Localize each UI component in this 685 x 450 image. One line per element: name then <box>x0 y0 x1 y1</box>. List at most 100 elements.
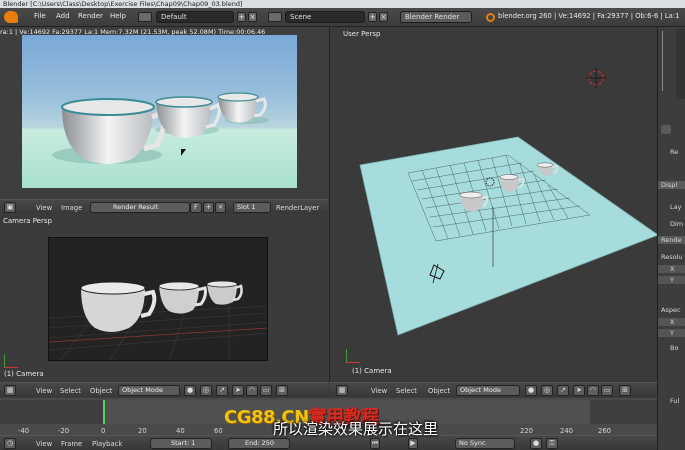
render-engine-select[interactable]: Blender Render <box>400 11 472 23</box>
editor-type-icon[interactable]: ◷ <box>4 438 16 449</box>
tick-label: 20 <box>138 427 147 435</box>
image-name-field[interactable]: Render Result <box>90 202 190 213</box>
menu-object[interactable]: Object <box>428 387 450 395</box>
tick-label: 240 <box>560 427 573 435</box>
render-scene <box>52 92 269 164</box>
scene-add-button[interactable]: + <box>368 12 377 22</box>
screen-remove-button[interactable]: × <box>248 12 257 22</box>
scale-icon[interactable]: ▭ <box>260 385 272 396</box>
menu-object[interactable]: Object <box>90 387 112 395</box>
prop-dimensions-label[interactable]: Dim <box>658 220 685 228</box>
slot-select[interactable]: Slot 1 <box>233 202 271 213</box>
manipulator-icon[interactable]: ↗ <box>557 385 569 396</box>
prop-res-x[interactable]: X <box>658 265 685 273</box>
mode-select[interactable]: Object Mode <box>456 385 520 396</box>
camera-viewport[interactable]: Camera Persp (1) Camera <box>0 214 328 382</box>
menu-frame[interactable]: Frame <box>61 440 82 448</box>
tick-label: -20 <box>58 427 70 435</box>
blender-icon[interactable] <box>4 11 18 23</box>
image-close-button[interactable]: × <box>215 202 226 213</box>
menu-view[interactable]: View <box>36 387 52 395</box>
jump-start-icon[interactable]: ⏮ <box>370 438 380 449</box>
preview-range-end <box>590 400 657 424</box>
scene-remove-button[interactable]: × <box>379 12 388 22</box>
prop-aspect-x[interactable]: X <box>658 318 685 326</box>
translate-icon[interactable]: ➤ <box>573 385 585 396</box>
shading-icon[interactable]: ● <box>184 385 196 396</box>
render-layer-label[interactable]: RenderLayer <box>276 204 319 212</box>
menu-file[interactable]: File <box>34 12 46 20</box>
menu-render[interactable]: Render <box>78 12 103 20</box>
blender-logo-icon <box>486 13 495 22</box>
mode-select[interactable]: Object Mode <box>118 385 180 396</box>
camera-frame <box>48 237 268 361</box>
tick-label: 220 <box>520 427 533 435</box>
translate-icon[interactable]: ➤ <box>232 385 244 396</box>
camera-scene <box>49 280 267 360</box>
rotate-icon[interactable]: ◠ <box>246 385 258 396</box>
global-icon[interactable]: ⊞ <box>619 385 631 396</box>
render-result-image[interactable] <box>22 35 297 188</box>
menu-help[interactable]: Help <box>110 12 126 20</box>
tick-label: -40 <box>18 427 30 435</box>
mouse-cursor-icon <box>181 149 186 156</box>
play-icon[interactable]: ▶ <box>408 438 418 449</box>
screen-add-button[interactable]: + <box>237 12 246 22</box>
prop-border-checkbox[interactable]: Bo <box>658 344 685 352</box>
camera-view-label: Camera Persp <box>3 217 52 225</box>
menu-view[interactable]: View <box>36 204 52 212</box>
prop-res-y[interactable]: Y <box>658 276 685 284</box>
properties-panel: Re Displ Lay Dim Rende Resolu X Y Aspec … <box>657 27 685 450</box>
manipulator-icon[interactable]: ↗ <box>216 385 228 396</box>
menu-image[interactable]: Image <box>61 204 82 212</box>
preview-range-start <box>0 400 104 424</box>
prop-layers-label[interactable]: Lay <box>658 203 685 211</box>
viewport-object-label: (1) Camera <box>352 367 392 375</box>
start-frame-field[interactable]: Start: 1 <box>150 438 212 449</box>
image-add-button[interactable]: + <box>203 202 214 213</box>
menu-view[interactable]: View <box>36 440 52 448</box>
menu-select[interactable]: Select <box>396 387 417 395</box>
tick-label: 40 <box>176 427 185 435</box>
end-frame-field[interactable]: End: 250 <box>228 438 290 449</box>
properties-scrollbar[interactable] <box>676 29 685 99</box>
menu-view[interactable]: View <box>371 387 387 395</box>
prop-render-label[interactable]: Re <box>658 148 685 156</box>
viewport-scene <box>359 68 658 336</box>
screen-layout-icon[interactable] <box>138 12 152 22</box>
scene-field[interactable]: Scene <box>285 11 365 23</box>
prop-render-preset[interactable]: Rende <box>658 236 685 244</box>
sync-select[interactable]: No Sync <box>455 438 515 449</box>
rotate-icon[interactable]: ◠ <box>587 385 599 396</box>
video-subtitle: 所以渲染效果展示在这里 <box>273 420 439 438</box>
window-title: Blender [C:\Users\Class\Desktop\Exercise… <box>0 0 685 8</box>
prop-full-sample-checkbox[interactable]: Ful <box>658 397 685 405</box>
axis-gizmo-icon <box>4 354 18 368</box>
screen-layout-field[interactable]: Default <box>156 11 234 23</box>
scale-icon[interactable]: ▭ <box>601 385 613 396</box>
image-editor-header: ▣ View Image Render Result F + × Slot 1 … <box>0 199 328 214</box>
editor-type-icon[interactable]: ▣ <box>4 202 16 213</box>
prop-display-label: Displ <box>658 181 685 189</box>
record-icon[interactable]: ● <box>530 438 542 449</box>
menu-add[interactable]: Add <box>56 12 70 20</box>
editor-type-icon[interactable]: ▦ <box>336 385 348 396</box>
prop-aspect-y[interactable]: Y <box>658 329 685 337</box>
tick-label: 260 <box>598 427 611 435</box>
prop-aspect-label: Aspec <box>661 306 681 314</box>
pivot-icon[interactable]: ◎ <box>541 385 553 396</box>
shading-icon[interactable]: ● <box>525 385 537 396</box>
tick-label: 0 <box>101 427 106 435</box>
pivot-icon[interactable]: ◎ <box>200 385 212 396</box>
tick-label: 60 <box>214 427 223 435</box>
menu-select[interactable]: Select <box>60 387 81 395</box>
global-icon[interactable]: ⊞ <box>276 385 288 396</box>
3d-viewport[interactable]: User Persp (1) Camera <box>329 27 658 382</box>
current-frame-marker[interactable] <box>103 400 105 424</box>
render-tab-icon[interactable] <box>661 125 671 134</box>
editor-type-icon[interactable]: ▦ <box>4 385 16 396</box>
fake-user-button[interactable]: F <box>190 202 202 213</box>
menu-playback[interactable]: Playback <box>92 440 122 448</box>
scene-icon[interactable] <box>268 12 282 22</box>
keying-set-icon[interactable]: ⚿ <box>546 438 558 449</box>
